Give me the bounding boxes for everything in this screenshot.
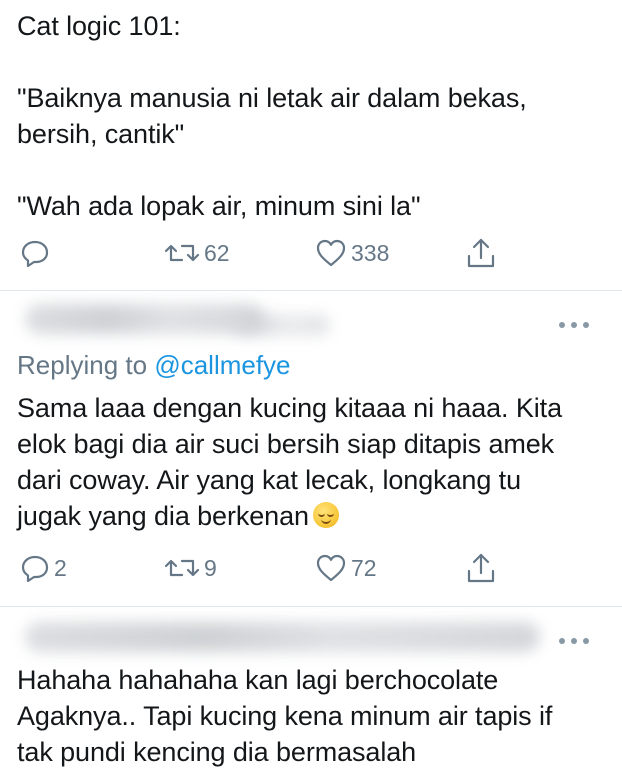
like-button[interactable]: 338 bbox=[315, 233, 389, 273]
heart-icon bbox=[316, 239, 346, 267]
replying-to: Replying to @callmefye bbox=[17, 349, 291, 381]
blurred-user-name bbox=[25, 304, 265, 334]
retweet-icon bbox=[164, 559, 200, 577]
replying-to-handle-link[interactable]: @callmefye bbox=[154, 350, 290, 380]
reply-actions: 2 9 72 bbox=[0, 548, 622, 588]
retweet-count: 62 bbox=[204, 239, 230, 266]
replying-to-prefix: Replying to bbox=[17, 350, 155, 380]
share-button[interactable] bbox=[465, 233, 497, 273]
like-count: 338 bbox=[351, 239, 390, 266]
reply-icon bbox=[21, 240, 49, 268]
reply-button[interactable] bbox=[20, 233, 54, 273]
heart-icon bbox=[316, 554, 346, 582]
like-count: 72 bbox=[351, 554, 377, 581]
more-options-icon[interactable] bbox=[559, 636, 589, 646]
reply-text: Sama laaa dengan kucing kitaaa ni haaa. … bbox=[17, 390, 577, 534]
relieved-face-emoji-icon bbox=[312, 502, 339, 528]
share-icon bbox=[467, 238, 495, 268]
tweet-text-line-3: "Wah ada lopak air, minum sini la" bbox=[17, 191, 421, 221]
reply-text: Hahaha hahahaha kan lagi berchocolate Ag… bbox=[17, 665, 560, 767]
share-button[interactable] bbox=[465, 548, 497, 588]
like-button[interactable]: 72 bbox=[315, 548, 377, 588]
reply-button[interactable]: 2 bbox=[20, 548, 67, 588]
retweet-icon bbox=[164, 244, 200, 262]
share-icon bbox=[467, 553, 495, 583]
reply-text-body: Sama laaa dengan kucing kitaaa ni haaa. … bbox=[17, 393, 570, 531]
reply-icon bbox=[21, 555, 49, 583]
retweet-button[interactable]: 9 bbox=[164, 548, 217, 588]
reply-divider bbox=[0, 606, 622, 607]
tweet-text-line-2: "Baiknya manusia ni letak air dalam beka… bbox=[17, 83, 535, 149]
tweet-actions: 62 338 bbox=[0, 233, 622, 273]
retweet-count: 9 bbox=[204, 554, 217, 581]
retweet-button[interactable]: 62 bbox=[164, 233, 230, 273]
tweet-text-line-1: Cat logic 101: bbox=[17, 11, 181, 41]
tweet-divider bbox=[0, 290, 622, 291]
more-options-icon[interactable] bbox=[559, 320, 589, 330]
blurred-user-handle bbox=[230, 314, 330, 336]
blurred-user-name bbox=[25, 622, 540, 652]
reply-count: 2 bbox=[54, 554, 67, 581]
